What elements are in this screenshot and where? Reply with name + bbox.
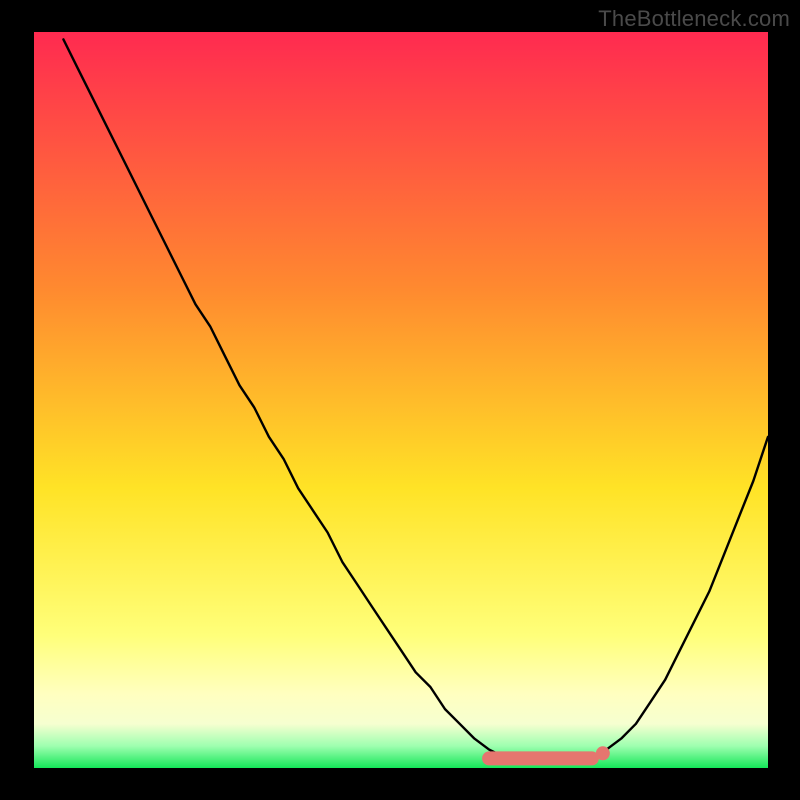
watermark-text: TheBottleneck.com (598, 6, 790, 32)
plot-area (34, 32, 768, 768)
sweet-spot-point-marker (596, 746, 610, 760)
chart-svg (34, 32, 768, 768)
chart-frame: TheBottleneck.com (0, 0, 800, 800)
gradient-background (34, 32, 768, 768)
